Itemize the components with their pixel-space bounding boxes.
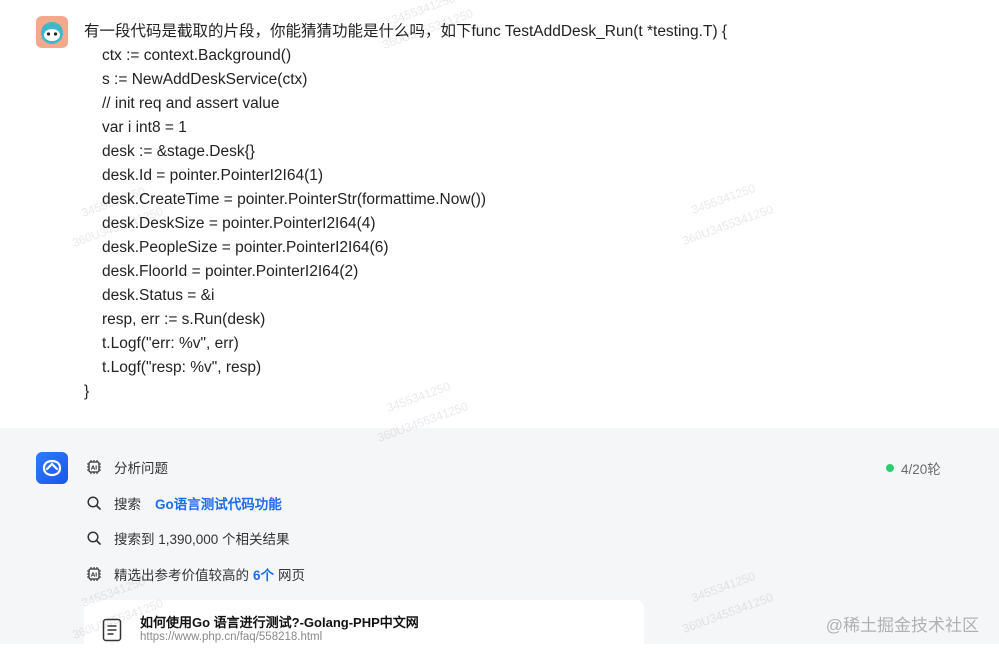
user-message-text: 有一段代码是截取的片段，你能猜猜功能是什么吗，如下func TestAddDes…	[84, 20, 727, 404]
step-search: 搜索 Go语言测试代码功能	[86, 492, 282, 514]
ai-chip-icon: AI	[87, 567, 101, 581]
code-line: desk.CreateTime = pointer.PointerStr(for…	[102, 191, 487, 208]
user-avatar-icon	[36, 16, 68, 48]
code-line: desk.DeskSize = pointer.PointerI2I64(4)	[102, 215, 376, 232]
selected-count[interactable]: 6个	[253, 564, 274, 584]
result-url[interactable]: https://www.php.cn/faq/558218.html	[140, 631, 322, 643]
code-line: ctx := context.Background()	[102, 47, 292, 64]
brand-watermark: @稀土掘金技术社区	[825, 616, 979, 635]
search-query-link[interactable]: Go语言测试代码功能	[155, 493, 282, 513]
code-line: // init req and assert value	[102, 95, 280, 112]
step-analyze: AI 分析问题	[86, 456, 168, 478]
svg-text:AI: AI	[91, 573, 97, 579]
ai-chip-icon: AI	[87, 460, 101, 474]
code-line: t.Logf("err: %v", err)	[102, 335, 239, 352]
code-line: desk := &stage.Desk{}	[102, 143, 255, 160]
code-line: desk.FloorId = pointer.PointerI2I64(2)	[102, 263, 359, 280]
code-line: desk.PeopleSize = pointer.PointerI2I64(6…	[102, 239, 389, 256]
document-icon	[102, 618, 122, 642]
search-result-card[interactable]: 如何使用Go 语言进行测试?-Golang-PHP中文网 https://www…	[84, 600, 644, 660]
code-line: desk.Status = &i	[102, 287, 215, 304]
step-results-found-label: 搜索到 1,390,000 个相关结果	[114, 532, 290, 547]
step-search-label: 搜索	[114, 497, 141, 512]
result-title[interactable]: 如何使用Go 语言进行测试?-Golang-PHP中文网	[140, 612, 419, 631]
code-line: }	[84, 383, 90, 400]
step-results-found: 搜索到 1,390,000 个相关结果	[86, 527, 290, 549]
status-dot	[886, 464, 894, 472]
search-icon	[87, 496, 101, 510]
step-analyze-label: 分析问题	[114, 461, 168, 476]
code-line: resp, err := s.Run(desk)	[102, 311, 266, 328]
round-status: 4/20轮	[886, 458, 941, 478]
code-line: var i int8 = 1	[102, 119, 187, 136]
round-status-text: 4/20轮	[901, 462, 941, 477]
code-line: s := NewAddDeskService(ctx)	[102, 71, 308, 88]
step-select: AI 精选出参考价值较高的 6个 网页	[86, 563, 305, 585]
svg-text:AI: AI	[91, 466, 97, 472]
ai-assistant-logo-icon	[36, 452, 68, 484]
code-line: t.Logf("resp: %v", resp)	[102, 359, 262, 376]
step-select-suffix: 网页	[278, 568, 306, 583]
step-select-prefix: 精选出参考价值较高的	[114, 568, 249, 583]
code-line: desk.Id = pointer.PointerI2I64(1)	[102, 167, 324, 184]
message-intro-line: 有一段代码是截取的片段，你能猜猜功能是什么吗，如下func TestAddDes…	[84, 23, 728, 40]
search-icon	[87, 531, 101, 545]
user-message: 有一段代码是截取的片段，你能猜猜功能是什么吗，如下func TestAddDes…	[0, 0, 999, 428]
